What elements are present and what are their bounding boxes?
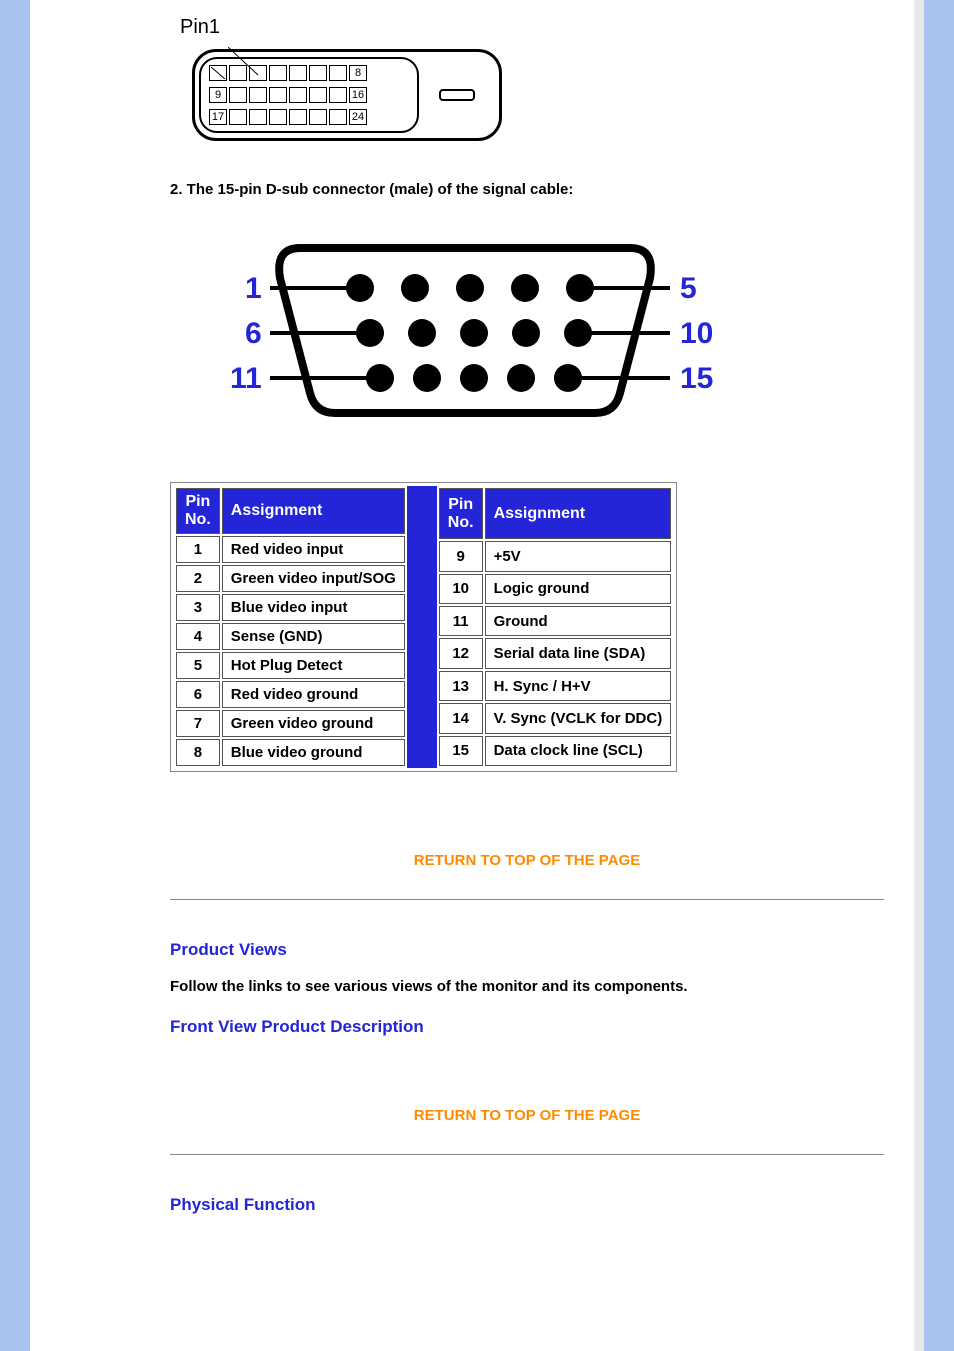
dvi-pin <box>269 87 287 103</box>
dvi-pin <box>249 109 267 125</box>
pin-assignment: Sense (GND) <box>222 623 405 650</box>
pin-assignment: Green video ground <box>222 710 405 737</box>
pin-table-left: Pin No. Assignment 1Red video input2Gree… <box>174 486 407 768</box>
pin-assignment: Serial data line (SDA) <box>485 638 672 668</box>
pin-assignment: Red video input <box>222 536 405 563</box>
dvi-pin <box>289 109 307 125</box>
dvi-pin <box>269 109 287 125</box>
product-views-title: Product Views <box>170 940 884 960</box>
pin-assignment: Ground <box>485 606 672 636</box>
pin-assignment-tables: Pin No. Assignment 1Red video input2Gree… <box>170 482 677 772</box>
pin-number: 9 <box>439 541 483 571</box>
pin-assignment: H. Sync / H+V <box>485 671 672 701</box>
pin-assignment: V. Sync (VCLK for DDC) <box>485 703 672 733</box>
pin-number: 11 <box>439 606 483 636</box>
pin-number: 10 <box>439 574 483 604</box>
pin-number: 5 <box>176 652 220 679</box>
dsub-label-10: 10 <box>680 317 713 350</box>
dvi-pin-8: 8 <box>349 65 367 81</box>
dvi-blade-pin <box>439 89 475 101</box>
divider <box>170 899 884 900</box>
dvi-pin <box>249 87 267 103</box>
pin-number: 2 <box>176 565 220 592</box>
dsub-label-11: 11 <box>230 362 262 395</box>
pin-number: 13 <box>439 671 483 701</box>
pin-number: 15 <box>439 736 483 766</box>
table-row: 14V. Sync (VCLK for DDC) <box>439 703 671 733</box>
pin-assignment: Hot Plug Detect <box>222 652 405 679</box>
pin-number: 1 <box>176 536 220 563</box>
return-to-top-link[interactable]: RETURN TO TOP OF THE PAGE <box>414 852 640 869</box>
table-row: 1Red video input <box>176 536 405 563</box>
table-header-assignment: Assignment <box>485 488 672 539</box>
dvi-pin-9: 9 <box>209 87 227 103</box>
pin-number: 6 <box>176 681 220 708</box>
pin-table-right: Pin No. Assignment 9+5V10Logic ground11G… <box>437 486 673 768</box>
dvi-pin <box>229 65 247 81</box>
dvi-pin-24: 24 <box>349 109 367 125</box>
dvi-pin <box>329 87 347 103</box>
table-header-pin: Pin No. <box>176 488 220 534</box>
dvi-pin <box>249 65 267 81</box>
dsub-label-5: 5 <box>680 272 697 305</box>
dvi-pin <box>229 109 247 125</box>
dsub-label-15: 15 <box>680 362 713 395</box>
table-row: 8Blue video ground <box>176 739 405 766</box>
table-row: 2Green video input/SOG <box>176 565 405 592</box>
pin1-label: Pin1 <box>180 16 884 39</box>
dvi-pin <box>329 65 347 81</box>
table-row: 4Sense (GND) <box>176 623 405 650</box>
table-row: 11Ground <box>439 606 671 636</box>
dvi-pin <box>289 65 307 81</box>
table-row: 15Data clock line (SCL) <box>439 736 671 766</box>
table-row: 13H. Sync / H+V <box>439 671 671 701</box>
pin-number: 8 <box>176 739 220 766</box>
dvi-pin <box>269 65 287 81</box>
pin-assignment: Data clock line (SCL) <box>485 736 672 766</box>
pin-assignment: Green video input/SOG <box>222 565 405 592</box>
dvi-pin-1 <box>209 65 227 81</box>
table-row: 10Logic ground <box>439 574 671 604</box>
pin-assignment: Blue video ground <box>222 739 405 766</box>
dvi-pin <box>329 109 347 125</box>
table-row: 6Red video ground <box>176 681 405 708</box>
pin-assignment: Red video ground <box>222 681 405 708</box>
scrollbar-gutter <box>914 0 924 1351</box>
return-to-top-link[interactable]: RETURN TO TOP OF THE PAGE <box>414 1107 640 1124</box>
dvi-pin <box>309 109 327 125</box>
dsub-label-1: 1 <box>245 272 262 305</box>
dvi-pin-17: 17 <box>209 109 227 125</box>
dsub-heading: 2. The 15-pin D-sub connector (male) of … <box>170 181 884 198</box>
pin-assignment: +5V <box>485 541 672 571</box>
dvi-pin <box>309 65 327 81</box>
divider <box>170 1154 884 1155</box>
dvi-pin <box>309 87 327 103</box>
physical-function-title: Physical Function <box>170 1195 884 1215</box>
pin-number: 14 <box>439 703 483 733</box>
table-row: 3Blue video input <box>176 594 405 621</box>
dsub-label-6: 6 <box>245 317 262 350</box>
product-views-text: Follow the links to see various views of… <box>170 978 884 995</box>
table-header-assignment: Assignment <box>222 488 405 534</box>
dvi-pin-16: 16 <box>349 87 367 103</box>
table-row: 9+5V <box>439 541 671 571</box>
pin-number: 3 <box>176 594 220 621</box>
table-divider <box>407 486 437 768</box>
pin-assignment: Blue video input <box>222 594 405 621</box>
dsub-connector-figure: 1 6 11 5 10 15 <box>200 228 730 428</box>
pin-number: 4 <box>176 623 220 650</box>
front-view-link[interactable]: Front View Product Description <box>170 1017 424 1036</box>
table-row: 5Hot Plug Detect <box>176 652 405 679</box>
pin-number: 7 <box>176 710 220 737</box>
dvi-pin <box>229 87 247 103</box>
table-row: 12Serial data line (SDA) <box>439 638 671 668</box>
dvi-connector-figure: 8 9 16 17 <box>192 49 884 141</box>
pin-assignment: Logic ground <box>485 574 672 604</box>
table-header-pin: Pin No. <box>439 488 483 539</box>
pin-number: 12 <box>439 638 483 668</box>
table-row: 7Green video ground <box>176 710 405 737</box>
dvi-pin <box>289 87 307 103</box>
